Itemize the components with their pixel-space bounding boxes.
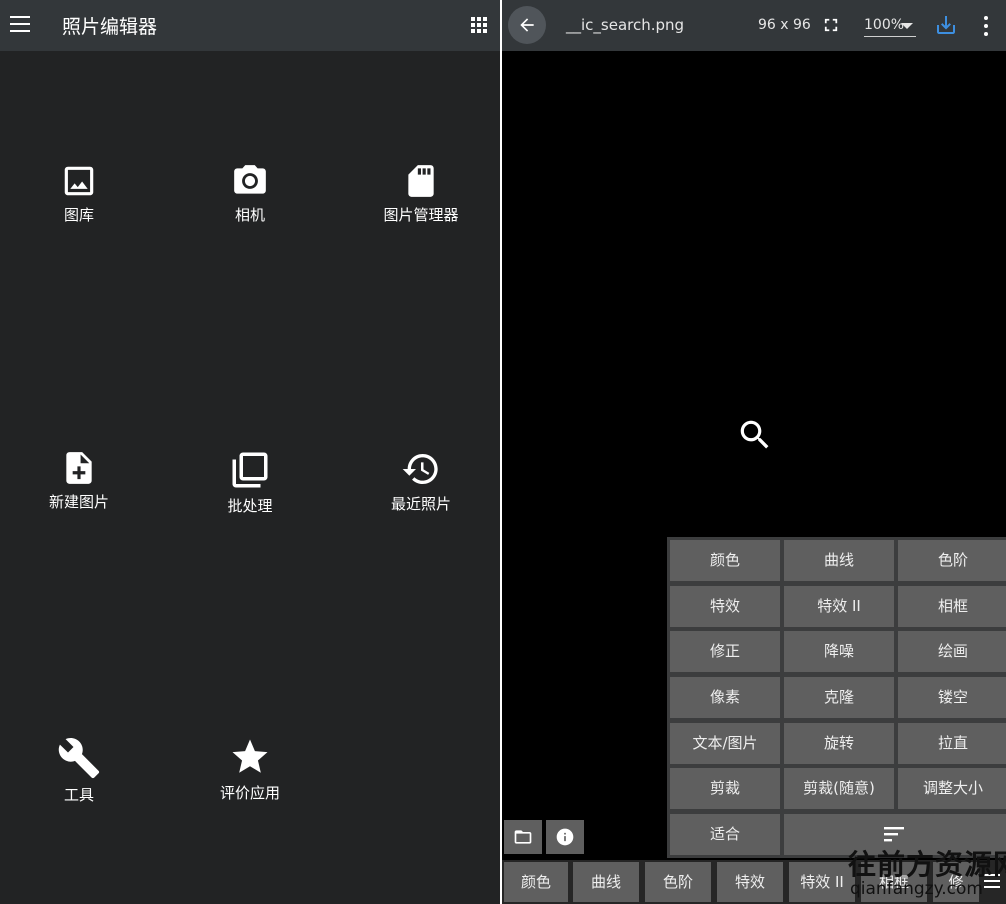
tool-grid: 颜色 曲线 色阶 特效 特效 II 相框 修正 降噪 绘画 像素 克隆 镂空 文…	[667, 537, 1006, 858]
tile-gallery[interactable]: 图库	[9, 162, 149, 225]
image-editor: __ic_search.png 96 x 96 100% 颜色 曲线 色阶 特效…	[502, 0, 1006, 904]
tool-effects-2[interactable]: 特效 II	[784, 586, 894, 627]
wrench-icon	[58, 738, 100, 779]
sort-icon	[884, 827, 904, 842]
tool-text-image[interactable]: 文本/图片	[670, 723, 780, 764]
tile-label: 新建图片	[48, 493, 109, 511]
watermark-url: qianfangzy.com	[850, 879, 983, 899]
tool-paint[interactable]: 绘画	[898, 631, 1006, 672]
hamburger-menu-icon[interactable]	[10, 16, 30, 32]
tile-recent-photos[interactable]: 最近照片	[351, 449, 491, 514]
file-name: __ic_search.png	[566, 16, 685, 34]
tile-image-manager[interactable]: 图片管理器	[351, 162, 491, 225]
history-icon	[402, 454, 438, 484]
tile-rate-app[interactable]: 评价应用	[180, 736, 320, 803]
tool-cutout[interactable]: 镂空	[898, 677, 1006, 718]
editor-top-bar: __ic_search.png 96 x 96 100%	[502, 0, 1006, 51]
tile-new-image[interactable]: 新建图片	[9, 449, 149, 512]
sd-card-icon	[408, 165, 434, 197]
tool-levels[interactable]: 色阶	[898, 540, 1006, 581]
more-vert-icon[interactable]	[983, 16, 989, 36]
tool-frame[interactable]: 相框	[898, 586, 1006, 627]
tile-label: 最近照片	[390, 495, 451, 513]
tile-tools[interactable]: 工具	[9, 736, 149, 805]
tool-pixel[interactable]: 像素	[670, 677, 780, 718]
tile-label: 批处理	[227, 497, 273, 515]
tool-rotate[interactable]: 旋转	[784, 723, 894, 764]
image-dimensions: 96 x 96	[758, 17, 811, 33]
back-button[interactable]	[508, 6, 546, 44]
tool-effects[interactable]: 特效	[670, 586, 780, 627]
batch-copy-icon	[232, 452, 268, 488]
image-icon	[64, 166, 94, 196]
grid-apps-icon[interactable]	[471, 17, 488, 34]
camera-icon	[234, 165, 266, 194]
bottom-levels[interactable]: 色阶	[645, 862, 711, 902]
zoom-dropdown[interactable]: 100%	[864, 14, 916, 37]
tool-color[interactable]: 颜色	[670, 540, 780, 581]
zoom-value: 100%	[864, 17, 905, 33]
bottom-color[interactable]: 颜色	[504, 862, 568, 902]
watermark-title: 往前方资源网	[848, 848, 1006, 881]
bottom-effects[interactable]: 特效	[717, 862, 783, 902]
app-bar: 照片编辑器	[0, 0, 500, 51]
search-icon	[740, 420, 769, 449]
tool-straighten[interactable]: 拉直	[898, 723, 1006, 764]
photo-editor-home: 照片编辑器 图库 相机 图片管理器 新建图片 批处理 最近照片 工具 评价应用	[0, 0, 500, 904]
tile-label: 图片管理器	[383, 206, 459, 224]
tool-crop[interactable]: 剪裁	[670, 768, 780, 809]
tile-label: 工具	[63, 786, 94, 804]
tool-correct[interactable]: 修正	[670, 631, 780, 672]
chevron-down-icon	[901, 23, 913, 29]
watermark: 往前方资源网 qianfangzy.com	[848, 843, 1006, 901]
download-icon[interactable]	[934, 13, 958, 37]
info-icon	[556, 828, 574, 846]
app-title: 照片编辑器	[62, 16, 158, 38]
new-file-icon	[66, 452, 92, 484]
tile-batch[interactable]: 批处理	[180, 449, 320, 516]
tile-label: 图库	[63, 206, 94, 224]
tool-resize[interactable]: 调整大小	[898, 768, 1006, 809]
bottom-curves[interactable]: 曲线	[573, 862, 639, 902]
folder-button[interactable]	[504, 820, 542, 854]
tool-curves[interactable]: 曲线	[784, 540, 894, 581]
tile-label: 评价应用	[219, 784, 280, 802]
tool-denoise[interactable]: 降噪	[784, 631, 894, 672]
star-icon	[232, 739, 268, 773]
arrow-back-icon	[520, 18, 534, 32]
info-button[interactable]	[546, 820, 584, 854]
bottom-effects-2[interactable]: 特效 II	[789, 862, 855, 902]
tool-crop-free[interactable]: 剪裁(随意)	[784, 768, 894, 809]
folder-icon	[514, 830, 532, 844]
tile-label: 相机	[234, 206, 265, 224]
tool-fit[interactable]: 适合	[670, 814, 780, 855]
tool-clone[interactable]: 克隆	[784, 677, 894, 718]
tile-camera[interactable]: 相机	[180, 162, 320, 225]
fullscreen-icon[interactable]	[822, 16, 840, 34]
